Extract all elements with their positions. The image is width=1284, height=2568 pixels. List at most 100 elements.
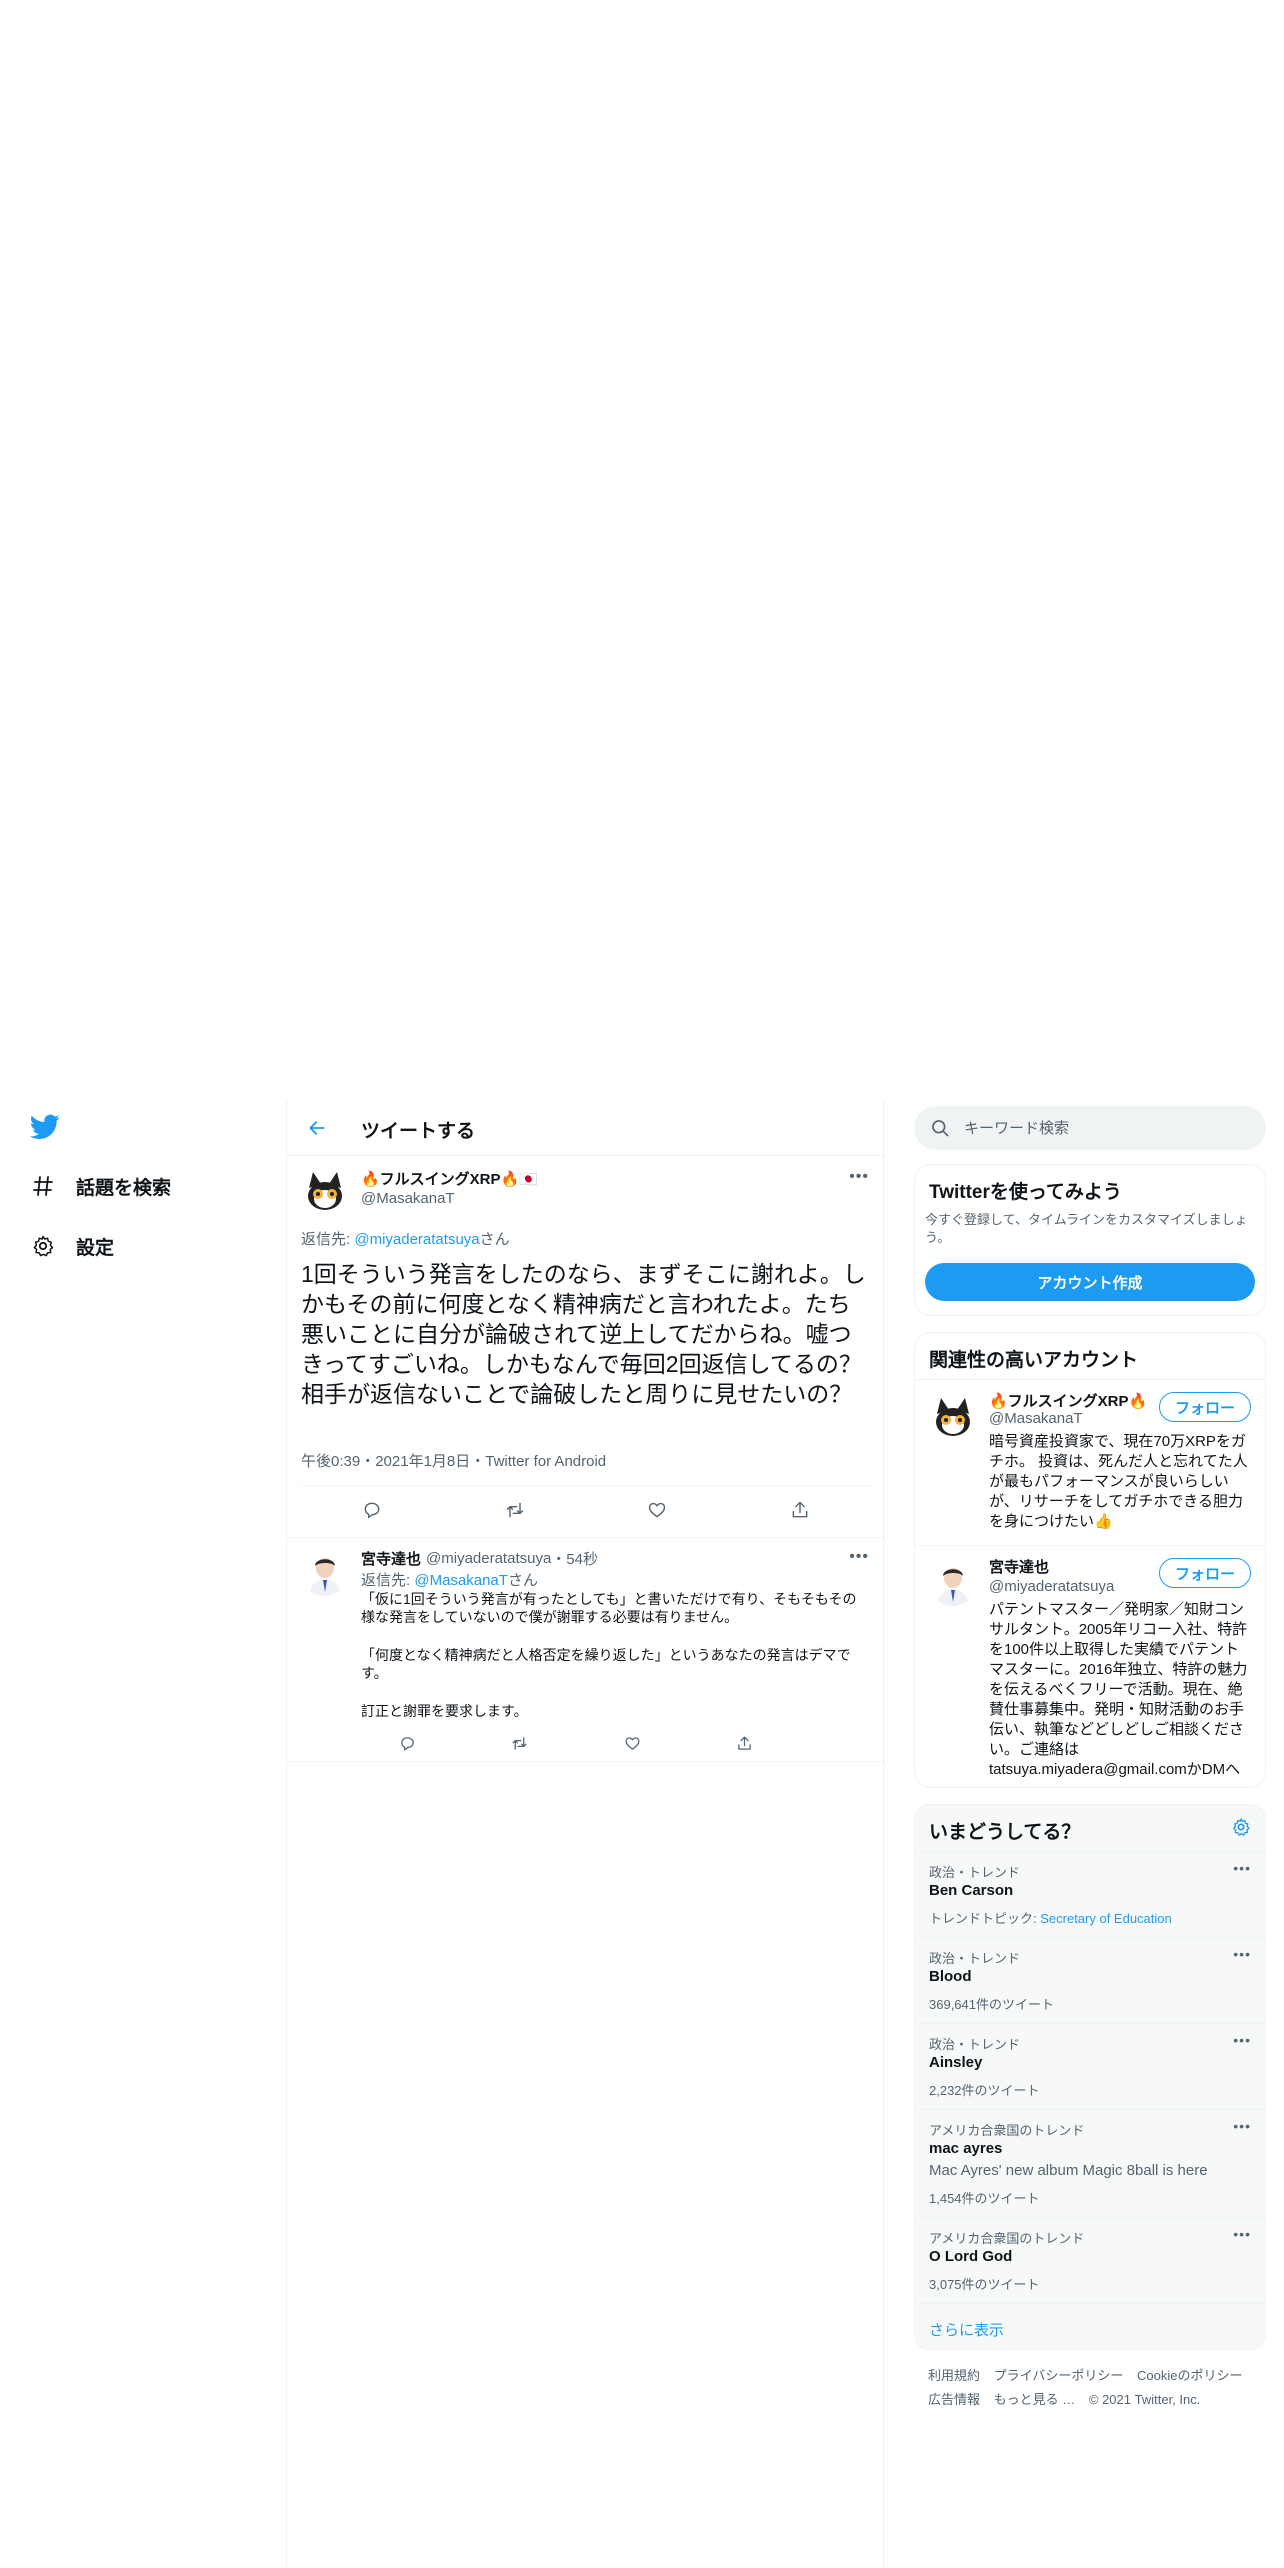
trend-description: Mac Ayres' new album Magic 8ball is here <box>929 2162 1208 2179</box>
trend-topic-prefix: トレンドトピック: <box>929 1911 1041 1926</box>
tweet-text: 1回そういう発言をしたのなら、まずそこに謝れよ。しかもその前に何度となく精神病だ… <box>301 1261 866 1407</box>
account-bio: パテントマスター／発明家／知財コンサルタント。2005年リコー入社、特許を100… <box>989 1601 1248 1778</box>
footer-terms-link[interactable]: 利用規約 <box>928 2368 980 2383</box>
related-title: 関連性の高いアカウント <box>929 1350 1139 1371</box>
account-bio: 暗号資産投資家で、現在70万XRPをガチホ。 投資は、死んだ人と忘れてた人が最も… <box>989 1433 1248 1530</box>
trend-item[interactable]: 政治・トレンド Blood 369,641件のツイート ••• <box>915 1937 1265 2023</box>
reply-icon[interactable] <box>357 1495 387 1525</box>
account-name[interactable]: 🔥フルスイングXRP🔥 <box>989 1390 1147 1411</box>
main-column: ツイートする 🔥フルスイングXRP🔥🇯🇵 @MasakanaT ••• 返信先:… <box>286 1100 885 2568</box>
nav-settings[interactable]: 設定 <box>30 1226 114 1266</box>
share-icon[interactable] <box>785 1495 815 1525</box>
footer-links: 利用規約 プライバシーポリシー Cookieのポリシー 広告情報 もっと見る …… <box>928 2364 1258 2412</box>
more-options-icon[interactable]: ••• <box>849 1548 869 1566</box>
page-title: ツイートする <box>361 1121 476 1142</box>
trend-title: O Lord God <box>929 2248 1013 2265</box>
trend-title: Ainsley <box>929 2054 983 2071</box>
account-item[interactable]: 🔥フルスイングXRP🔥 @MasakanaT フォロー 暗号資産投資家で、現在7… <box>915 1379 1265 1545</box>
more-options-icon[interactable]: ••• <box>849 1168 869 1186</box>
author-handle[interactable]: @miyaderatatsuya <box>426 1550 551 1567</box>
trend-context: アメリカ合衆国のトレンド <box>929 2123 1085 2138</box>
author-name[interactable]: 🔥フルスイングXRP🔥🇯🇵 <box>361 1168 538 1189</box>
signup-title: Twitterを使ってみよう <box>929 1182 1122 1203</box>
reply-tweet[interactable]: 宮寺達也 @miyaderatatsuya ・54秒 ••• 返信先: @Mas… <box>287 1538 885 1762</box>
search-icon <box>930 1118 950 1138</box>
hashtag-icon <box>30 1173 56 1199</box>
avatar[interactable] <box>929 1392 977 1440</box>
divider <box>915 2303 1265 2304</box>
reply-paragraph-1: 「仮に1回そういう発言が有ったとしても」と書いただけで有り、そもそもその様な発言… <box>361 1591 857 1625</box>
account-handle[interactable]: @MasakanaT <box>989 1410 1083 1427</box>
nav-explore-label: 話題を検索 <box>76 1177 172 1199</box>
trend-topic-link[interactable]: Secretary of Education <box>1040 1911 1172 1926</box>
gear-icon <box>30 1233 56 1259</box>
avatar[interactable] <box>301 1548 349 1596</box>
divider <box>301 1485 871 1486</box>
follow-button[interactable]: フォロー <box>1159 1558 1251 1588</box>
avatar[interactable] <box>301 1166 349 1214</box>
create-account-button[interactable]: アカウント作成 <box>925 1263 1255 1301</box>
focused-tweet: 🔥フルスイングXRP🔥🇯🇵 @MasakanaT ••• 返信先: @miyad… <box>287 1156 885 1538</box>
more-options-icon[interactable]: ••• <box>1233 1946 1251 1962</box>
author-row: 🔥フルスイングXRP🔥🇯🇵 <box>361 1168 538 1189</box>
trend-item[interactable]: 政治・トレンド Ainsley 2,232件のツイート ••• <box>915 2023 1265 2109</box>
trend-item[interactable]: アメリカ合衆国のトレンド mac ayres Mac Ayres' new al… <box>915 2109 1265 2217</box>
retweet-icon[interactable] <box>505 1728 535 1758</box>
footer-more-link[interactable]: もっと見る … <box>994 2392 1076 2407</box>
more-options-icon[interactable]: ••• <box>1233 2226 1251 2242</box>
footer-privacy-link[interactable]: プライバシーポリシー <box>994 2368 1124 2383</box>
search-input[interactable] <box>964 1106 1254 1150</box>
share-icon[interactable] <box>730 1728 760 1758</box>
reply-to-handle[interactable]: @MasakanaT <box>414 1572 508 1589</box>
gear-icon[interactable] <box>1231 1817 1251 1842</box>
author-handle[interactable]: @MasakanaT <box>361 1190 455 1207</box>
footer-ads-link[interactable]: 広告情報 <box>928 2392 980 2407</box>
signup-card: Twitterを使ってみよう 今すぐ登録して、タイムラインをカスタマイズしましょ… <box>914 1164 1266 1316</box>
page-header: ツイートする <box>287 1100 885 1156</box>
footer-cookie-link[interactable]: Cookieのポリシー <box>1137 2368 1242 2383</box>
trend-context: 政治・トレンド <box>929 2037 1021 2052</box>
author-name[interactable]: 宮寺達也 <box>361 1548 421 1569</box>
tweet-meta[interactable]: 午後0:39・2021年1月8日・Twitter for Android <box>301 1450 606 1471</box>
reply-to-suffix: さん <box>479 1231 510 1248</box>
back-arrow-icon[interactable] <box>303 1114 331 1142</box>
account-item[interactable]: 宮寺達也 @miyaderatatsuya フォロー パテントマスター／発明家／… <box>915 1545 1265 1789</box>
trend-item[interactable]: 政治・トレンド Ben Carson トレンドトピック: Secretary o… <box>915 1851 1265 1937</box>
trend-subtitle: トレンドトピック: Secretary of Education <box>929 1908 1172 1927</box>
reply-to-handle[interactable]: @miyaderatatsuya <box>354 1231 479 1248</box>
show-more-link[interactable]: さらに表示 <box>929 2319 1004 2340</box>
trend-count: 369,641件のツイート <box>929 1997 1054 2012</box>
avatar[interactable] <box>929 1558 977 1606</box>
trend-context: 政治・トレンド <box>929 1951 1021 1966</box>
trend-context: アメリカ合衆国のトレンド <box>929 2231 1085 2246</box>
like-icon[interactable] <box>617 1728 647 1758</box>
signup-subtitle: 今すぐ登録して、タイムラインをカスタマイズしましょう。 <box>925 1212 1248 1245</box>
twitter-logo-icon[interactable] <box>29 1114 60 1140</box>
tweet-actions <box>301 1495 871 1525</box>
trends-card: いまどうしてる？ 政治・トレンド Ben Carson トレンドトピック: Se… <box>914 1804 1266 2350</box>
reply-icon[interactable] <box>392 1728 422 1758</box>
trend-context: 政治・トレンド <box>929 1865 1021 1880</box>
nav-explore[interactable]: 話題を検索 <box>30 1166 171 1206</box>
reply-paragraph-2: 「何度となく精神病だと人格否定を繰り返した」というあなたの発言はデマです。 <box>361 1647 851 1681</box>
more-options-icon[interactable]: ••• <box>1233 1860 1251 1876</box>
tweet-actions <box>351 1728 801 1758</box>
account-handle[interactable]: @miyaderatatsuya <box>989 1578 1114 1595</box>
tweet-time[interactable]: ・54秒 <box>551 1548 598 1569</box>
more-options-icon[interactable]: ••• <box>1233 2118 1251 2134</box>
reply-paragraph-3: 訂正と謝罪を要求します。 <box>361 1703 528 1719</box>
more-options-icon[interactable]: ••• <box>1233 2032 1251 2048</box>
trend-count: 3,075件のツイート <box>929 2277 1040 2292</box>
reply-to-suffix: さん <box>507 1572 538 1589</box>
nav-settings-label: 設定 <box>76 1237 115 1259</box>
trend-count: 1,454件のツイート <box>929 2191 1040 2206</box>
trend-title: mac ayres <box>929 2140 1003 2157</box>
trend-count: 2,232件のツイート <box>929 2083 1040 2098</box>
like-icon[interactable] <box>642 1495 672 1525</box>
trend-item[interactable]: アメリカ合衆国のトレンド O Lord God 3,075件のツイート ••• <box>915 2217 1265 2303</box>
follow-button[interactable]: フォロー <box>1159 1392 1251 1422</box>
search-box[interactable] <box>914 1106 1266 1150</box>
retweet-icon[interactable] <box>500 1495 530 1525</box>
account-name[interactable]: 宮寺達也 <box>989 1556 1049 1577</box>
reply-to-line: 返信先: @miyaderatatsuyaさん <box>301 1228 510 1249</box>
